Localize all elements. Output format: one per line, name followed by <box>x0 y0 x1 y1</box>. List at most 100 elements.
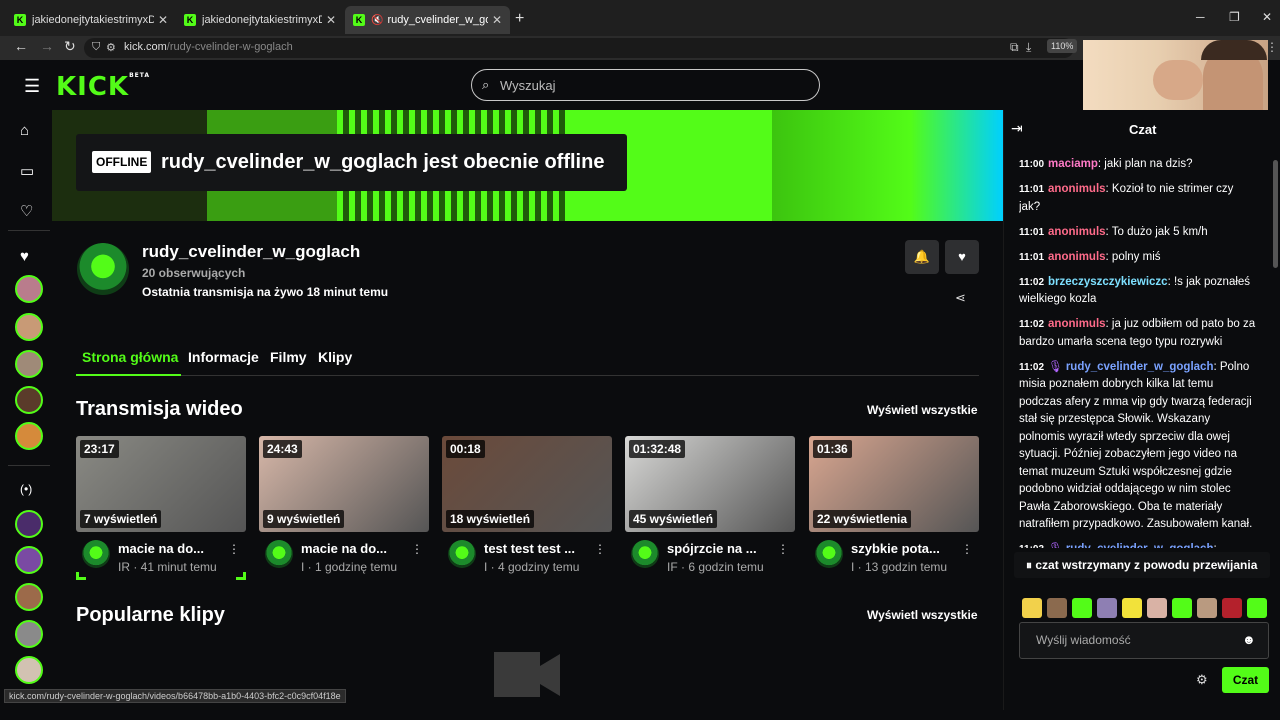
sidebar-channel-avatar[interactable] <box>15 656 43 684</box>
forward-icon[interactable]: → <box>40 38 54 54</box>
close-tab-icon[interactable]: ✕ <box>158 13 168 27</box>
sidebar-channel-avatar[interactable] <box>15 546 43 574</box>
emote-icon[interactable] <box>1122 598 1142 618</box>
home-icon[interactable]: ⌂ <box>20 122 29 139</box>
emote-bar <box>1022 598 1267 618</box>
clips-see-all-link[interactable]: Wyświetl wszystkie <box>867 608 978 622</box>
chat-username[interactable]: anonimuls <box>1048 226 1106 238</box>
channel-name[interactable]: rudy_cvelinder_w_goglach <box>142 242 360 262</box>
chat-settings-icon[interactable]: ⚙ <box>1196 672 1208 688</box>
reload-icon[interactable]: ↻ <box>64 38 76 55</box>
chat-input-box[interactable]: ☻ <box>1019 622 1269 659</box>
picture-in-picture-icon[interactable]: ⧉ <box>1010 40 1019 55</box>
url-field[interactable]: ⛉ ⚙ kick.com/rudy-cvelinder-w-goglach <box>84 38 1074 58</box>
zoom-level[interactable]: 110% <box>1047 39 1078 53</box>
chat-username[interactable]: anonimuls <box>1048 183 1106 195</box>
video-title[interactable]: szybkie pota... <box>851 541 940 556</box>
more-options-icon[interactable]: ⋮ <box>411 542 423 556</box>
emote-icon[interactable] <box>1072 598 1092 618</box>
sidebar-channel-avatar[interactable] <box>15 510 43 538</box>
search-bar[interactable]: ⌕ <box>471 69 820 101</box>
video-views: 18 wyświetleń <box>446 510 535 528</box>
chat-username[interactable]: rudy_cvelinder_w_goglach <box>1066 543 1214 548</box>
sidebar-channel-avatar[interactable] <box>15 422 43 450</box>
browser-tab[interactable]: K jakiedonejtytakiestrimyxD Stream ✕ <box>6 6 176 34</box>
close-window-icon[interactable]: ✕ <box>1262 10 1272 24</box>
browser-tab-bar: K jakiedonejtytakiestrimyxD Stream ✕ K j… <box>0 0 1280 36</box>
more-options-icon[interactable]: ⋮ <box>228 542 240 556</box>
collapse-chat-icon[interactable]: ⇥ <box>1011 120 1023 137</box>
back-icon[interactable]: ← <box>14 38 28 54</box>
channel-avatar[interactable] <box>77 243 129 295</box>
sidebar-channel-avatar[interactable] <box>15 313 43 341</box>
more-options-icon[interactable]: ⋮ <box>594 542 606 556</box>
sidebar-channel-avatar[interactable] <box>15 275 43 303</box>
chat-paused-banner[interactable]: ⏸ czat wstrzymany z powodu przewijania <box>1014 552 1270 578</box>
speaker-muted-icon[interactable]: 🔇 <box>371 15 383 26</box>
chat-scrollbar[interactable] <box>1273 160 1278 268</box>
chat-message: 11:01 anonimuls: polny miś <box>1019 249 1257 267</box>
emote-icon[interactable] <box>1022 598 1042 618</box>
sidebar-channel-avatar[interactable] <box>15 583 43 611</box>
video-title[interactable]: macie na do... <box>118 541 204 556</box>
videos-see-all-link[interactable]: Wyświetl wszystkie <box>867 403 978 417</box>
emote-icon[interactable] <box>1197 598 1217 618</box>
download-icon[interactable]: ⤓ <box>1026 40 1031 55</box>
tab-home[interactable]: Strona główna <box>82 349 178 365</box>
chat-message-input[interactable] <box>1036 633 1236 647</box>
emote-icon[interactable] <box>1172 598 1192 618</box>
menu-icon[interactable]: ⋮ <box>1266 40 1278 54</box>
emoji-icon[interactable]: ☻ <box>1242 632 1256 647</box>
new-tab-icon[interactable]: + <box>515 10 524 28</box>
more-options-icon[interactable]: ⋮ <box>777 542 789 556</box>
bell-icon: 🔔 <box>913 249 931 264</box>
channel-avatar-small[interactable] <box>815 540 843 568</box>
search-input[interactable] <box>500 76 800 94</box>
chat-username[interactable]: anonimuls <box>1048 251 1106 263</box>
sidebar-channel-avatar[interactable] <box>15 386 43 414</box>
emote-icon[interactable] <box>1222 598 1242 618</box>
emote-icon[interactable] <box>1047 598 1067 618</box>
offline-badge: OFFLINE <box>92 151 152 173</box>
chat-send-button[interactable]: Czat <box>1222 667 1269 693</box>
chat-username[interactable]: rudy_cvelinder_w_goglach <box>1066 361 1214 373</box>
browser-tab-active[interactable]: K 🔇 rudy_cvelinder_w_goglach ✕ <box>345 6 510 34</box>
hamburger-icon[interactable]: ☰ <box>24 76 40 97</box>
close-tab-icon[interactable]: ✕ <box>492 13 502 27</box>
emote-icon[interactable] <box>1247 598 1267 618</box>
video-title[interactable]: macie na do... <box>301 541 387 556</box>
chat-username[interactable]: maciamp <box>1048 158 1098 170</box>
chat-username[interactable]: brzeczyszczykiewiczc <box>1048 276 1168 288</box>
close-tab-icon[interactable]: ✕ <box>326 13 336 27</box>
sidebar-channel-avatar[interactable] <box>15 350 43 378</box>
emote-icon[interactable] <box>1147 598 1167 618</box>
kick-favicon-icon: K <box>184 14 196 26</box>
browser-tab[interactable]: K jakiedonejtytakiestrimyxD - Wat ✕ <box>176 6 344 34</box>
share-icon[interactable]: ⋖ <box>955 290 966 306</box>
video-title[interactable]: spójrzcie na ... <box>667 541 757 556</box>
tune-icon[interactable]: ⚙ <box>106 41 116 54</box>
emote-icon[interactable] <box>1097 598 1117 618</box>
tab-about[interactable]: Informacje <box>188 349 259 365</box>
following-heart-icon[interactable]: ♡ <box>20 202 33 220</box>
browse-icon[interactable]: ▭ <box>20 162 34 180</box>
sidebar-channel-avatar[interactable] <box>15 620 43 648</box>
tab-clips[interactable]: Klipy <box>318 349 352 365</box>
channel-avatar-small[interactable] <box>82 540 110 568</box>
more-options-icon[interactable]: ⋮ <box>961 542 973 556</box>
follow-button[interactable]: ♥ <box>945 240 979 274</box>
channel-avatar-small[interactable] <box>265 540 293 568</box>
video-views: 7 wyświetleń <box>80 510 162 528</box>
channel-avatar-small[interactable] <box>631 540 659 568</box>
video-title[interactable]: test test test ... <box>484 541 575 556</box>
kick-favicon-icon: K <box>14 14 26 26</box>
chat-username[interactable]: anonimuls <box>1048 318 1106 330</box>
channel-avatar-small[interactable] <box>448 540 476 568</box>
kick-logo[interactable]: KICKBETA <box>56 72 150 102</box>
restore-icon[interactable]: ❐ <box>1229 10 1240 24</box>
notification-bell-button[interactable]: 🔔 <box>905 240 939 274</box>
tab-videos[interactable]: Filmy <box>270 349 307 365</box>
chat-timestamp: 11:02 <box>1019 276 1045 288</box>
webcam-hand <box>1153 60 1203 100</box>
minimize-icon[interactable]: ─ <box>1196 10 1205 24</box>
